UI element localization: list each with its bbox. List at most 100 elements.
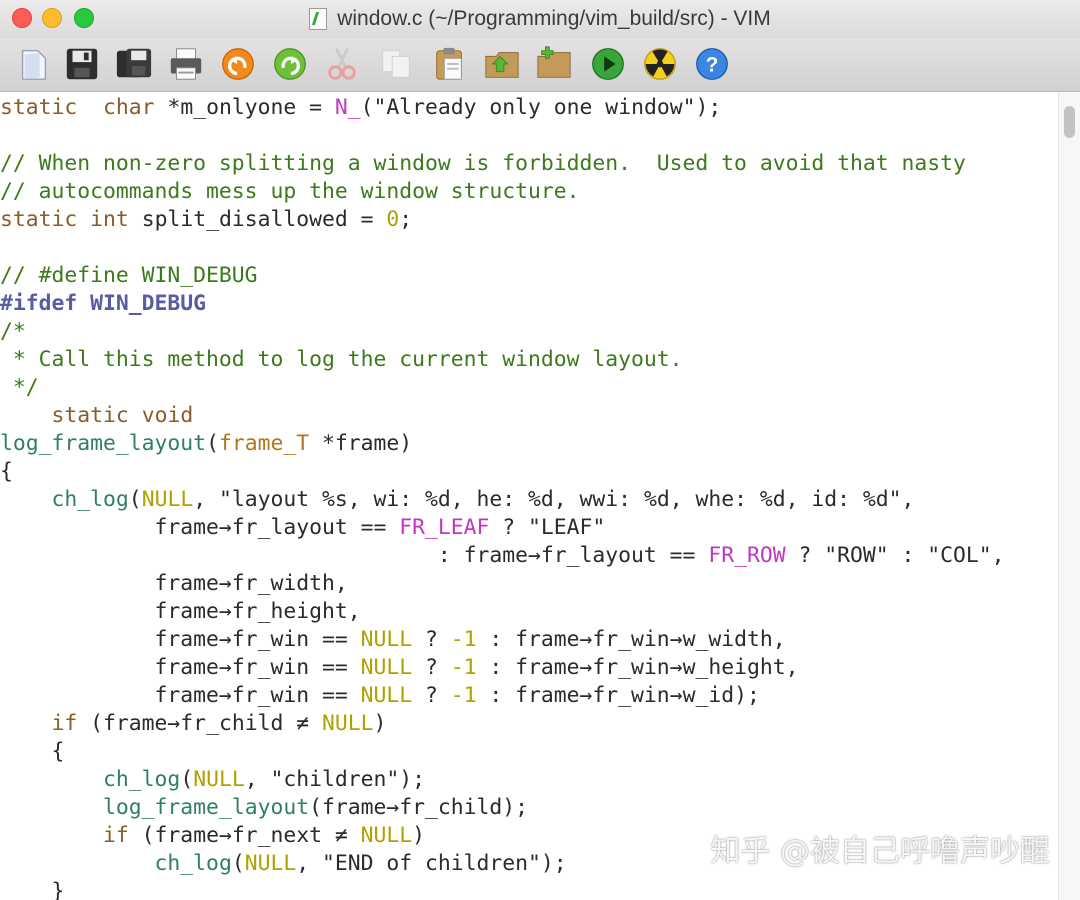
- cut-icon[interactable]: [322, 44, 362, 84]
- code-token: : frame→fr_win→w_width,: [476, 627, 786, 652]
- help-icon[interactable]: ?: [692, 44, 732, 84]
- code-text[interactable]: static char *m_onlyone = N_("Already onl…: [0, 94, 1005, 900]
- code-line[interactable]: */: [0, 374, 1005, 402]
- code-line[interactable]: static int split_disallowed = 0;: [0, 206, 1005, 234]
- vertical-scrollbar[interactable]: [1058, 92, 1080, 900]
- save-all-icon[interactable]: [114, 44, 154, 84]
- code-token: #ifdef WIN_DEBUG: [0, 291, 207, 316]
- code-token: FR_LEAF: [399, 515, 490, 540]
- svg-text:?: ?: [706, 54, 719, 77]
- code-token: ?: [412, 655, 451, 680]
- code-token: -1: [450, 627, 477, 652]
- redo-icon[interactable]: [270, 44, 310, 84]
- code-line[interactable]: // autocommands mess up the window struc…: [0, 178, 1005, 206]
- code-token: frame→fr_win ==: [0, 683, 361, 708]
- code-line[interactable]: {: [0, 458, 1005, 486]
- code-token: frame→fr_height,: [0, 599, 361, 624]
- code-line[interactable]: #ifdef WIN_DEBUG: [0, 290, 1005, 318]
- code-line[interactable]: frame→fr_width,: [0, 570, 1005, 598]
- code-token: ): [373, 711, 387, 736]
- code-token: NULL: [360, 683, 413, 708]
- code-line[interactable]: frame→fr_layout == FR_LEAF ? "LEAF": [0, 514, 1005, 542]
- code-line[interactable]: log_frame_layout(frame→fr_child);: [0, 794, 1005, 822]
- run-script-icon[interactable]: [588, 44, 628, 84]
- code-line[interactable]: ch_log(NULL, "layout %s, wi: %d, he: %d,…: [0, 486, 1005, 514]
- code-token: , "layout %s, wi: %d, he: %d, wwi: %d, w…: [193, 487, 915, 512]
- scrollbar-thumb[interactable]: [1064, 106, 1075, 138]
- save-icon[interactable]: [62, 44, 102, 84]
- print-icon[interactable]: [166, 44, 206, 84]
- paste-icon[interactable]: [430, 44, 470, 84]
- code-token: NULL: [321, 711, 374, 736]
- code-token: log_frame_layout: [103, 795, 310, 820]
- code-line[interactable]: [0, 122, 1005, 150]
- code-line[interactable]: [0, 234, 1005, 262]
- code-token: frame→fr_layout ==: [0, 515, 400, 540]
- code-line[interactable]: static void: [0, 402, 1005, 430]
- code-line[interactable]: frame→fr_win == NULL ? -1 : frame→fr_win…: [0, 682, 1005, 710]
- code-line[interactable]: : frame→fr_layout == FR_ROW ? "ROW" : "C…: [0, 542, 1005, 570]
- code-token: -1: [450, 683, 477, 708]
- code-line[interactable]: }: [0, 878, 1005, 900]
- code-line[interactable]: /*: [0, 318, 1005, 346]
- code-token: (: [231, 851, 245, 876]
- code-token: void: [141, 403, 194, 428]
- code-line[interactable]: frame→fr_height,: [0, 598, 1005, 626]
- code-line[interactable]: frame→fr_win == NULL ? -1 : frame→fr_win…: [0, 626, 1005, 654]
- code-token: static: [51, 403, 129, 428]
- code-token: frame→fr_win ==: [0, 655, 361, 680]
- make-icon[interactable]: [640, 44, 680, 84]
- code-editor[interactable]: static char *m_onlyone = N_("Already onl…: [0, 92, 1058, 900]
- code-line[interactable]: // #define WIN_DEBUG: [0, 262, 1005, 290]
- window-title: window.c (~/Programming/vim_build/src) -…: [337, 7, 771, 30]
- code-token: }: [0, 879, 65, 900]
- code-token: frame→fr_win ==: [0, 627, 361, 652]
- code-token: NULL: [193, 767, 245, 792]
- save-session-icon[interactable]: [534, 44, 574, 84]
- code-token: ): [412, 823, 426, 848]
- code-token: NULL: [360, 627, 413, 652]
- code-line[interactable]: // When non-zero splitting a window is f…: [0, 150, 1005, 178]
- code-line[interactable]: ch_log(NULL, "children");: [0, 766, 1005, 794]
- code-token: log_frame_layout: [0, 431, 207, 456]
- title-bar: window.c (~/Programming/vim_build/src) -…: [0, 0, 1080, 38]
- code-token: : frame→fr_layout ==: [0, 543, 709, 568]
- code-token: *frame): [309, 431, 413, 456]
- code-token: */: [0, 375, 39, 400]
- code-token: ?: [412, 683, 451, 708]
- window-title-area: window.c (~/Programming/vim_build/src) -…: [0, 0, 1080, 38]
- code-token: N_: [334, 95, 361, 120]
- code-line[interactable]: log_frame_layout(frame_T *frame): [0, 430, 1005, 458]
- code-token: // #define WIN_DEBUG: [0, 263, 258, 288]
- code-line[interactable]: if (frame→fr_child ≠ NULL): [0, 710, 1005, 738]
- code-token: NULL: [141, 487, 194, 512]
- code-token: (: [180, 767, 194, 792]
- code-line[interactable]: {: [0, 738, 1005, 766]
- code-token: ?: [412, 627, 451, 652]
- code-token: /*: [0, 319, 26, 344]
- code-token: ("Already only one window");: [360, 95, 722, 120]
- load-session-icon[interactable]: [482, 44, 522, 84]
- code-line[interactable]: * Call this method to log the current wi…: [0, 346, 1005, 374]
- code-token: frame→fr_width,: [0, 571, 348, 596]
- copy-icon[interactable]: [376, 44, 416, 84]
- code-line[interactable]: static char *m_onlyone = N_("Already onl…: [0, 94, 1005, 122]
- code-token: ? "ROW" : "COL",: [785, 543, 1005, 568]
- code-line[interactable]: frame→fr_win == NULL ? -1 : frame→fr_win…: [0, 654, 1005, 682]
- undo-icon[interactable]: [218, 44, 258, 84]
- code-token: (: [206, 431, 219, 456]
- open-icon[interactable]: [14, 44, 54, 84]
- watermark: 知乎 @被自己呼噜声吵醒: [710, 834, 1050, 869]
- code-token: NULL: [360, 823, 413, 848]
- code-token: int: [90, 207, 129, 232]
- code-token: NULL: [244, 851, 297, 876]
